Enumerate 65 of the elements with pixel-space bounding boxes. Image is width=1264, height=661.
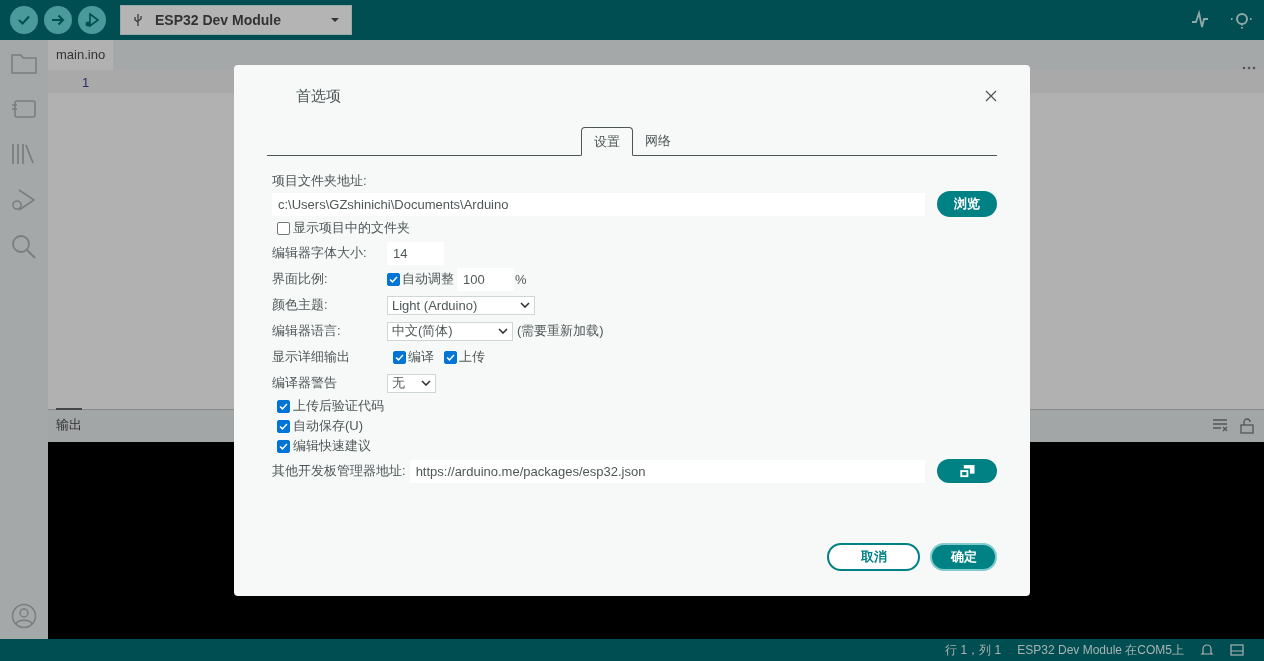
checkbox-label: 上传后验证代码 (293, 397, 384, 415)
cursor-position: 行 1，列 1 (945, 641, 1002, 659)
checkbox[interactable] (444, 350, 457, 364)
arrow-right-icon (50, 12, 66, 28)
output-tab[interactable]: 输出 (56, 408, 82, 434)
ok-button[interactable]: 确定 (930, 543, 997, 571)
dropdown[interactable]: 无 (387, 373, 436, 393)
verify-button[interactable] (10, 6, 38, 34)
pulse-icon[interactable] (1190, 10, 1210, 30)
file-tab[interactable]: main.ino (48, 40, 114, 70)
bell-icon[interactable] (1200, 643, 1214, 657)
board-selector[interactable]: ESP32 Dev Module (120, 5, 352, 35)
checkbox-label: 编辑快速建议 (293, 437, 371, 455)
unlock-icon[interactable] (1240, 418, 1254, 434)
checkbox-label: 上传 (459, 348, 485, 366)
dropdown-value: Light (Arduino) (392, 297, 478, 313)
caret-icon (331, 18, 339, 22)
dropdown[interactable]: Light (Arduino) (387, 295, 535, 315)
chevron-down-icon (421, 380, 431, 386)
checkbox[interactable] (393, 350, 406, 364)
browse-button[interactable]: 浏览 (937, 191, 997, 217)
setting-label: 界面比例: (272, 270, 329, 288)
tab[interactable]: 网络 (633, 127, 683, 155)
dropdown-value: 无 (392, 374, 405, 392)
more-icon[interactable] (1242, 66, 1256, 70)
checkbox[interactable] (387, 272, 400, 286)
checkbox[interactable] (277, 221, 290, 235)
upload-button[interactable] (44, 6, 72, 34)
folder-path-field[interactable]: c:\Users\GZshinichi\Documents\Arduino (272, 192, 925, 216)
checkbox-label: 自动保存(U) (293, 417, 364, 435)
dropdown[interactable]: 中文(简体) (387, 321, 513, 341)
chevron-down-icon (520, 302, 530, 308)
setting-label: 项目文件夹地址: (272, 173, 367, 188)
debug-button[interactable] (78, 6, 106, 34)
clear-list-icon[interactable] (1212, 418, 1228, 432)
board-url-field[interactable]: https://arduino.me/packages/esp32.json (409, 459, 925, 483)
cancel-button[interactable]: 取消 (827, 543, 920, 571)
magnifier-icon[interactable] (1230, 10, 1254, 30)
tab[interactable]: 设置 (581, 127, 633, 156)
setting-label: 显示详细输出 (272, 348, 351, 366)
setting-label: 颜色主题: (272, 296, 329, 314)
setting-label: 编辑器字体大小: (272, 244, 368, 262)
close-icon[interactable] (985, 90, 997, 102)
windows-icon (958, 463, 976, 479)
line-number: 1 (82, 75, 90, 90)
board-status: ESP32 Dev Module 在COM5上 (1017, 641, 1184, 659)
usb-icon (133, 13, 143, 27)
checkbox-label: 编译 (408, 348, 434, 366)
setting-label: 编译器警告 (272, 374, 338, 392)
reload-note: (需要重新加载) (517, 322, 604, 340)
checkbox[interactable] (277, 439, 290, 453)
checkbox[interactable] (277, 399, 290, 413)
chevron-down-icon (498, 328, 508, 334)
scale-field[interactable]: 100 (457, 267, 514, 291)
font-size-field[interactable]: 14 (387, 241, 444, 265)
checkbox-label: 自动调整 (402, 270, 454, 288)
dialog-title: 首选项 (296, 86, 341, 106)
panel-icon[interactable] (1230, 643, 1244, 657)
dropdown-value: 中文(简体) (392, 322, 453, 340)
checkbox[interactable] (277, 419, 290, 433)
window-button[interactable] (937, 459, 997, 483)
setting-label: 其他开发板管理器地址: (272, 462, 406, 480)
checkbox-label: 显示项目中的文件夹 (293, 219, 410, 237)
setting-label: 编辑器语言: (272, 322, 342, 340)
unit-label: % (515, 271, 527, 287)
